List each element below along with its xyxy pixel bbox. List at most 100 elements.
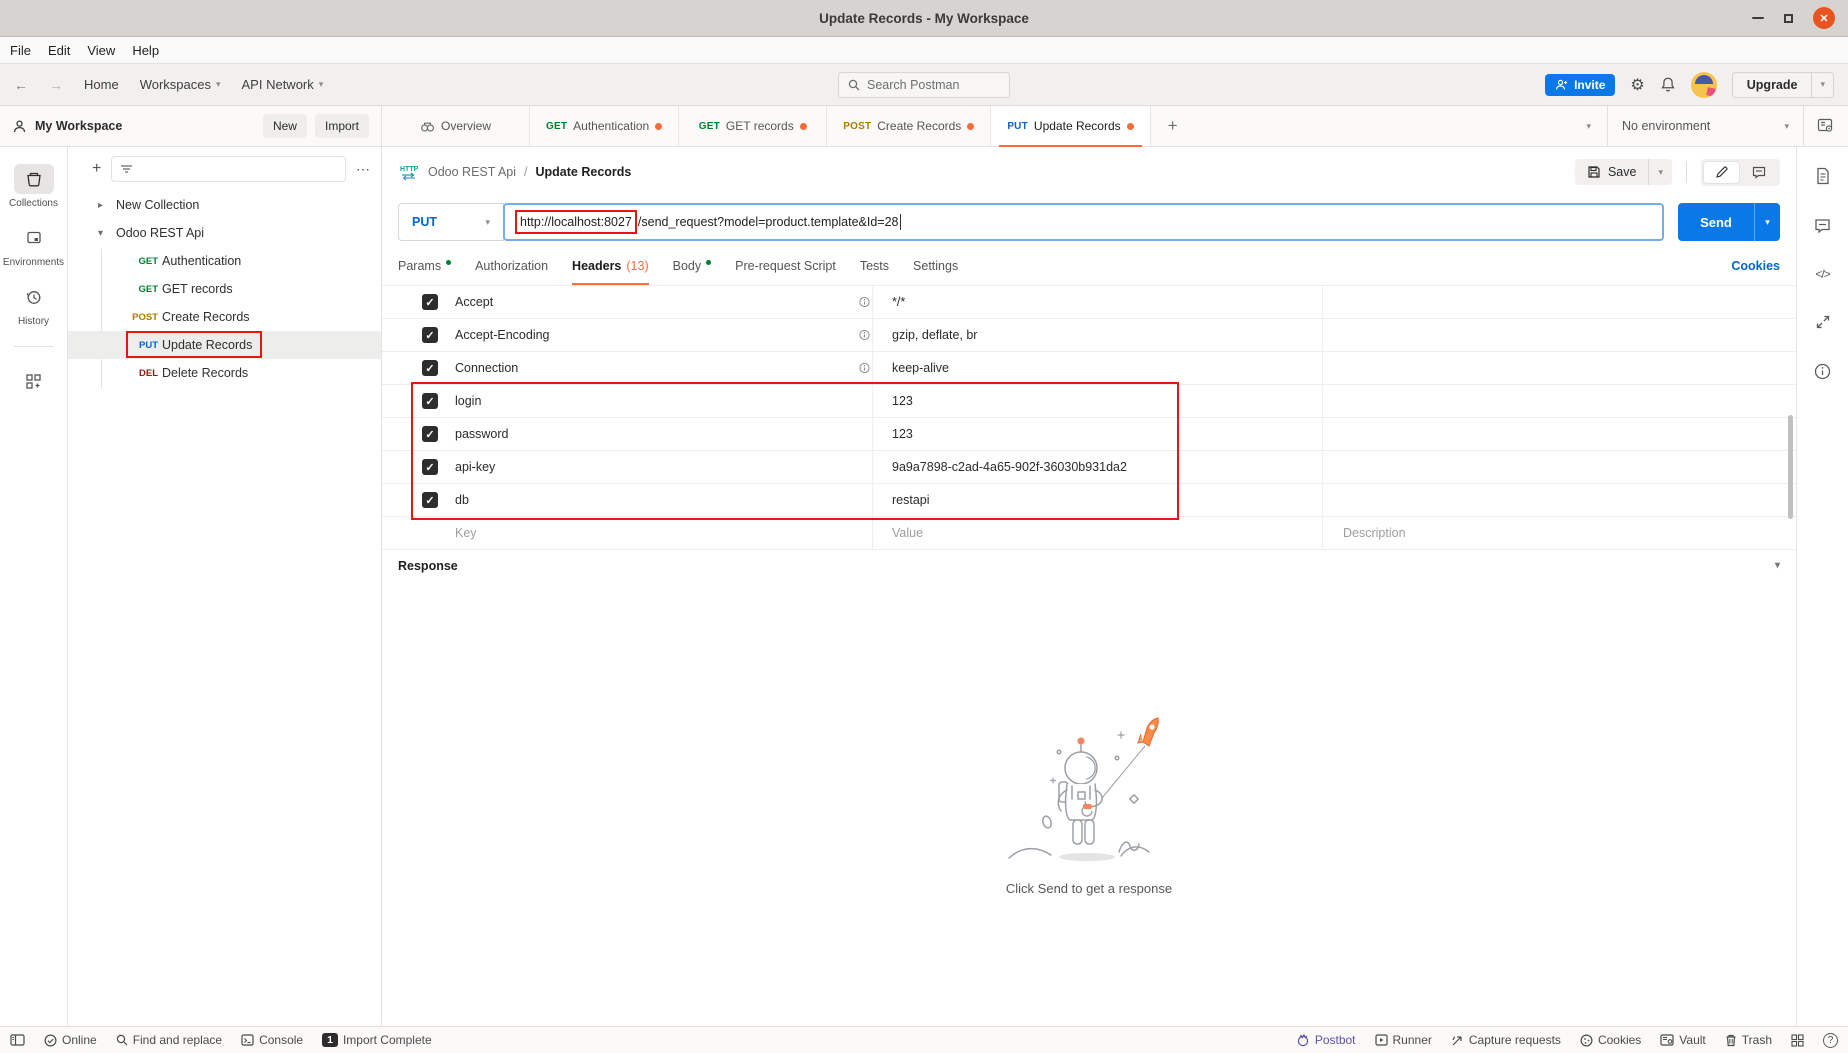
- trash-button[interactable]: Trash: [1725, 1033, 1772, 1047]
- tab-overview[interactable]: Overview: [382, 106, 530, 146]
- new-tab-button[interactable]: +: [1151, 106, 1195, 146]
- row-checkbox[interactable]: ✓: [422, 327, 438, 343]
- tab-settings[interactable]: Settings: [913, 247, 958, 285]
- forward-icon[interactable]: →: [49, 77, 63, 93]
- menu-view[interactable]: View: [87, 43, 115, 58]
- response-collapse-chevron-icon[interactable]: ▾: [1775, 560, 1780, 571]
- back-icon[interactable]: ←: [14, 77, 28, 93]
- method-selector[interactable]: PUT ▾: [398, 203, 504, 241]
- table-row[interactable]: ✓ password 123: [382, 418, 1796, 451]
- capture-requests-button[interactable]: Capture requests: [1451, 1033, 1561, 1047]
- row-checkbox[interactable]: ✓: [422, 393, 438, 409]
- tab-create-records[interactable]: POST Create Records: [827, 106, 991, 146]
- add-collection-icon[interactable]: +: [92, 160, 101, 178]
- notifications-bell-icon[interactable]: [1660, 76, 1676, 93]
- table-ghost-row[interactable]: Key Value Description: [382, 517, 1796, 550]
- rail-item-environments[interactable]: Environments: [0, 218, 67, 277]
- import-complete-notice[interactable]: 1 Import Complete: [322, 1033, 432, 1047]
- tab-tests[interactable]: Tests: [860, 247, 889, 285]
- tab-get-records[interactable]: GET GET records: [679, 106, 827, 146]
- nav-api-network[interactable]: API Network▾: [242, 77, 324, 92]
- breadcrumb-request-name[interactable]: Update Records: [536, 165, 632, 179]
- invite-button[interactable]: Invite: [1545, 74, 1615, 96]
- table-row[interactable]: ✓ Connection keep-alive: [382, 352, 1796, 385]
- tree-item-get-records[interactable]: GET GET records: [68, 275, 381, 303]
- tree-item-new-collection[interactable]: ▸ New Collection: [68, 191, 381, 219]
- settings-gear-icon[interactable]: ⚙: [1630, 75, 1644, 95]
- tab-pre-request-script[interactable]: Pre-request Script: [735, 247, 836, 285]
- info-icon[interactable]: [1814, 363, 1831, 380]
- cookies-button[interactable]: Cookies: [1580, 1033, 1641, 1047]
- row-checkbox[interactable]: ✓: [422, 360, 438, 376]
- find-and-replace[interactable]: Find and replace: [116, 1033, 222, 1047]
- tree-item-update-records[interactable]: PUT Update Records: [68, 331, 381, 359]
- comment-button[interactable]: [1741, 162, 1777, 183]
- menu-edit[interactable]: Edit: [48, 43, 70, 58]
- upgrade-label[interactable]: Upgrade: [1733, 73, 1812, 97]
- table-row[interactable]: ✓ Accept */*: [382, 286, 1796, 319]
- tab-headers[interactable]: Headers(13): [572, 247, 649, 285]
- sidebar-more-icon[interactable]: ⋯: [356, 161, 371, 178]
- row-checkbox[interactable]: ✓: [422, 294, 438, 310]
- maximize-button[interactable]: [1784, 14, 1793, 23]
- import-button[interactable]: Import: [315, 114, 369, 138]
- rail-item-history[interactable]: History: [0, 277, 67, 336]
- environment-quick-look-icon[interactable]: [1803, 106, 1848, 146]
- console-button[interactable]: Console: [241, 1033, 303, 1047]
- key-placeholder[interactable]: Key: [444, 526, 872, 540]
- save-dropdown[interactable]: ▾: [1648, 159, 1672, 185]
- code-snippet-icon[interactable]: </>: [1815, 267, 1829, 281]
- tree-item-delete-records[interactable]: DEL Delete Records: [68, 359, 381, 387]
- rename-button[interactable]: [1704, 162, 1739, 183]
- vault-button[interactable]: Vault: [1660, 1033, 1705, 1047]
- row-checkbox[interactable]: ✓: [422, 459, 438, 475]
- bottom-panel-grid-icon[interactable]: [1791, 1034, 1804, 1047]
- new-button[interactable]: New: [263, 114, 307, 138]
- close-button[interactable]: ✕: [1813, 7, 1835, 29]
- chevron-down-icon: ▾: [216, 79, 221, 90]
- online-status[interactable]: Online: [44, 1033, 97, 1047]
- runner-button[interactable]: Runner: [1375, 1033, 1432, 1047]
- user-avatar[interactable]: [1691, 72, 1717, 98]
- row-checkbox[interactable]: ✓: [422, 492, 438, 508]
- send-button[interactable]: Send ▾: [1678, 203, 1780, 241]
- breadcrumb-collection[interactable]: Odoo REST Api: [428, 165, 516, 179]
- vertical-scrollbar[interactable]: [1788, 415, 1793, 519]
- menu-help[interactable]: Help: [132, 43, 159, 58]
- sidebar-toggle-icon[interactable]: [10, 1034, 25, 1046]
- sidebar-filter-input[interactable]: [111, 156, 346, 182]
- url-input[interactable]: http://localhost:8027/send_request?model…: [503, 203, 1664, 241]
- rail-item-more-blocks[interactable]: [0, 361, 67, 405]
- tree-item-authentication[interactable]: GET Authentication: [68, 247, 381, 275]
- cookies-link[interactable]: Cookies: [1731, 259, 1780, 273]
- comments-icon[interactable]: [1814, 218, 1831, 234]
- table-row[interactable]: ✓ Accept-Encoding gzip, deflate, br: [382, 319, 1796, 352]
- table-row[interactable]: ✓ db restapi: [382, 484, 1796, 517]
- tab-overflow-chevron-icon[interactable]: ▾: [1570, 121, 1607, 132]
- search-input[interactable]: Search Postman: [838, 72, 1010, 98]
- environment-selector[interactable]: No environment ▾: [1607, 106, 1803, 146]
- table-row[interactable]: ✓ api-key 9a9a7898-c2ad-4a65-902f-36030b…: [382, 451, 1796, 484]
- upgrade-dropdown[interactable]: ▾: [1811, 73, 1833, 97]
- resize-panel-icon[interactable]: [1815, 314, 1831, 330]
- tab-authorization[interactable]: Authorization: [475, 247, 548, 285]
- workspace-title[interactable]: My Workspace: [35, 119, 122, 133]
- help-icon[interactable]: ?: [1823, 1033, 1838, 1048]
- rail-item-collections[interactable]: Collections: [0, 159, 67, 218]
- nav-home[interactable]: Home: [84, 77, 119, 92]
- send-dropdown[interactable]: ▾: [1754, 203, 1780, 241]
- postbot-button[interactable]: Postbot: [1296, 1033, 1356, 1047]
- tree-item-odoo-rest-api[interactable]: ▾ Odoo REST Api: [68, 219, 381, 247]
- tab-authentication[interactable]: GET Authentication: [530, 106, 679, 146]
- table-row[interactable]: ✓ login 123: [382, 385, 1796, 418]
- nav-workspaces[interactable]: Workspaces▾: [140, 77, 221, 92]
- documentation-icon[interactable]: [1815, 167, 1831, 185]
- tab-update-records[interactable]: PUT Update Records: [991, 106, 1150, 146]
- tab-params[interactable]: Params: [398, 247, 451, 285]
- menu-file[interactable]: File: [10, 43, 31, 58]
- tree-item-create-records[interactable]: POST Create Records: [68, 303, 381, 331]
- row-checkbox[interactable]: ✓: [422, 426, 438, 442]
- save-button[interactable]: Save: [1575, 159, 1649, 185]
- tab-body[interactable]: Body: [673, 247, 712, 285]
- minimize-button[interactable]: [1752, 17, 1764, 19]
